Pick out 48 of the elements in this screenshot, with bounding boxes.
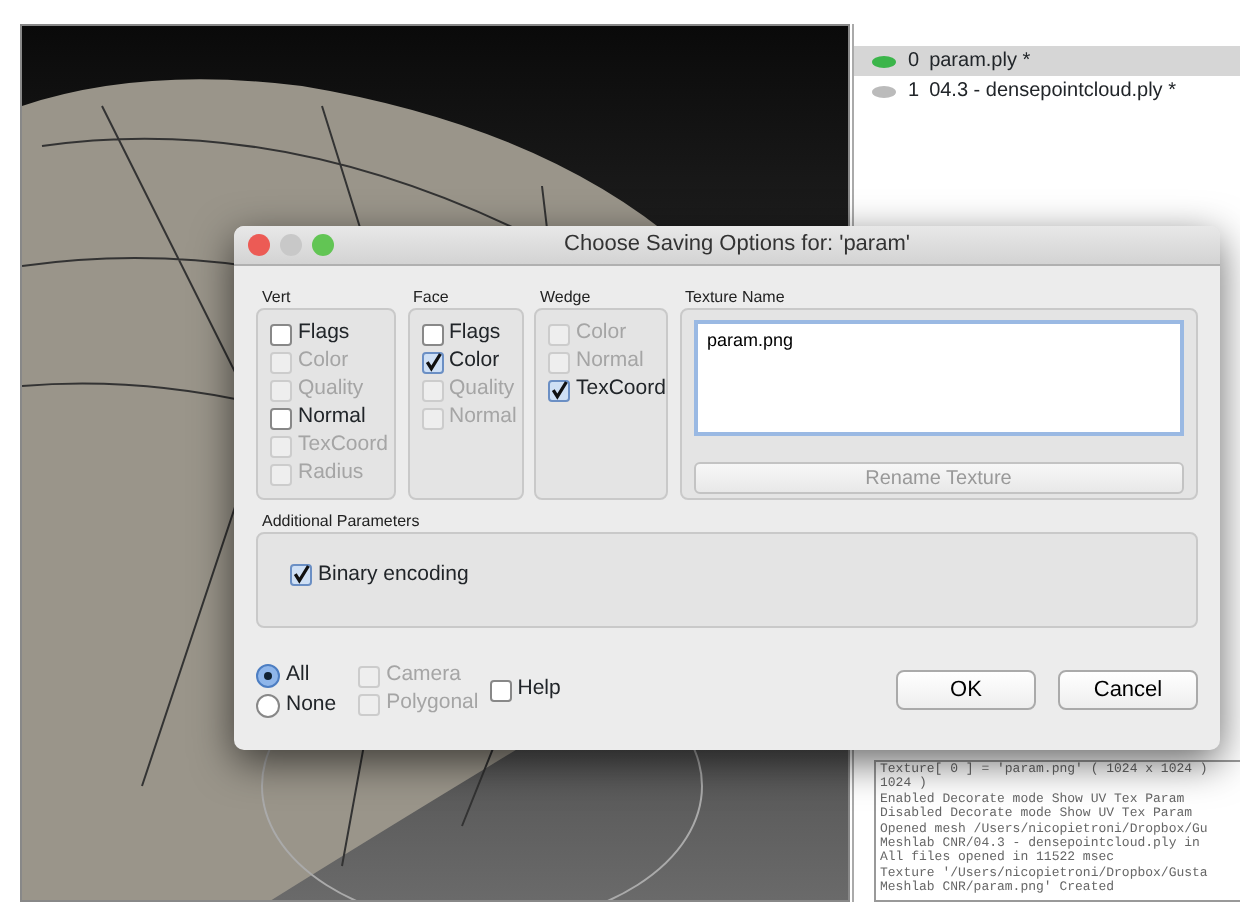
layer-index: 1: [908, 78, 920, 106]
radio-label: All: [286, 659, 310, 690]
dialog-button[interactable]: OK: [896, 670, 1036, 710]
minimize-icon[interactable]: [280, 234, 302, 256]
checkbox-label: Color: [449, 346, 500, 377]
dialog-title: Choose Saving Options for: 'param': [564, 232, 910, 257]
layer-row[interactable]: 1 04.3 - densepointcloud.ply *: [854, 76, 1240, 106]
radio-label: None: [286, 689, 337, 720]
group-title: Face: [411, 288, 451, 308]
layer-name: 04.3 - densepointcloud.ply *: [929, 78, 1176, 106]
checkbox-label: Quality: [449, 374, 515, 405]
checkbox[interactable]: [270, 323, 292, 345]
checkbox-label: Normal: [298, 402, 366, 433]
dialog-button[interactable]: Cancel: [1058, 670, 1198, 710]
checkbox-label: Radius: [298, 458, 364, 489]
zoom-icon[interactable]: [312, 234, 334, 256]
checkbox[interactable]: [290, 564, 312, 586]
radio-button[interactable]: [256, 663, 280, 687]
checkbox-label: Quality: [298, 374, 364, 405]
checkbox-label: TexCoord: [576, 374, 666, 405]
group-title: Wedge: [538, 288, 593, 308]
checkbox[interactable]: [548, 379, 570, 401]
checkbox[interactable]: [421, 323, 443, 345]
checkbox[interactable]: [489, 679, 512, 701]
group-title: Texture Name: [683, 288, 787, 308]
checkbox-label: Flags: [449, 318, 501, 349]
checkbox-label: Binary encoding: [318, 559, 469, 590]
group-title: Vert: [260, 288, 293, 308]
checkbox-label: Polygonal: [386, 688, 479, 719]
checkbox-label: Normal: [449, 402, 517, 433]
checkbox-label: Color: [576, 318, 627, 349]
checkbox-label: Normal: [576, 346, 644, 377]
checkbox-label: Camera: [386, 660, 461, 691]
layer-name: param.ply *: [929, 48, 1031, 76]
eye-icon[interactable]: [870, 83, 898, 99]
group-title: Additional Parameters: [260, 511, 422, 531]
close-icon[interactable]: [248, 234, 270, 256]
layer-row[interactable]: 0 param.ply *: [854, 46, 1240, 76]
layer-index: 0: [908, 48, 920, 76]
checkbox-label: Flags: [298, 318, 350, 349]
checkbox-label: TexCoord: [298, 430, 388, 461]
checkbox[interactable]: [270, 407, 292, 429]
checkbox-label: Color: [298, 346, 349, 377]
radio-button[interactable]: [256, 693, 280, 717]
eye-icon[interactable]: [870, 53, 898, 69]
checkbox[interactable]: [421, 351, 443, 373]
texture-name-field[interactable]: param.png: [693, 320, 1184, 436]
checkbox-label: Help: [517, 674, 561, 705]
